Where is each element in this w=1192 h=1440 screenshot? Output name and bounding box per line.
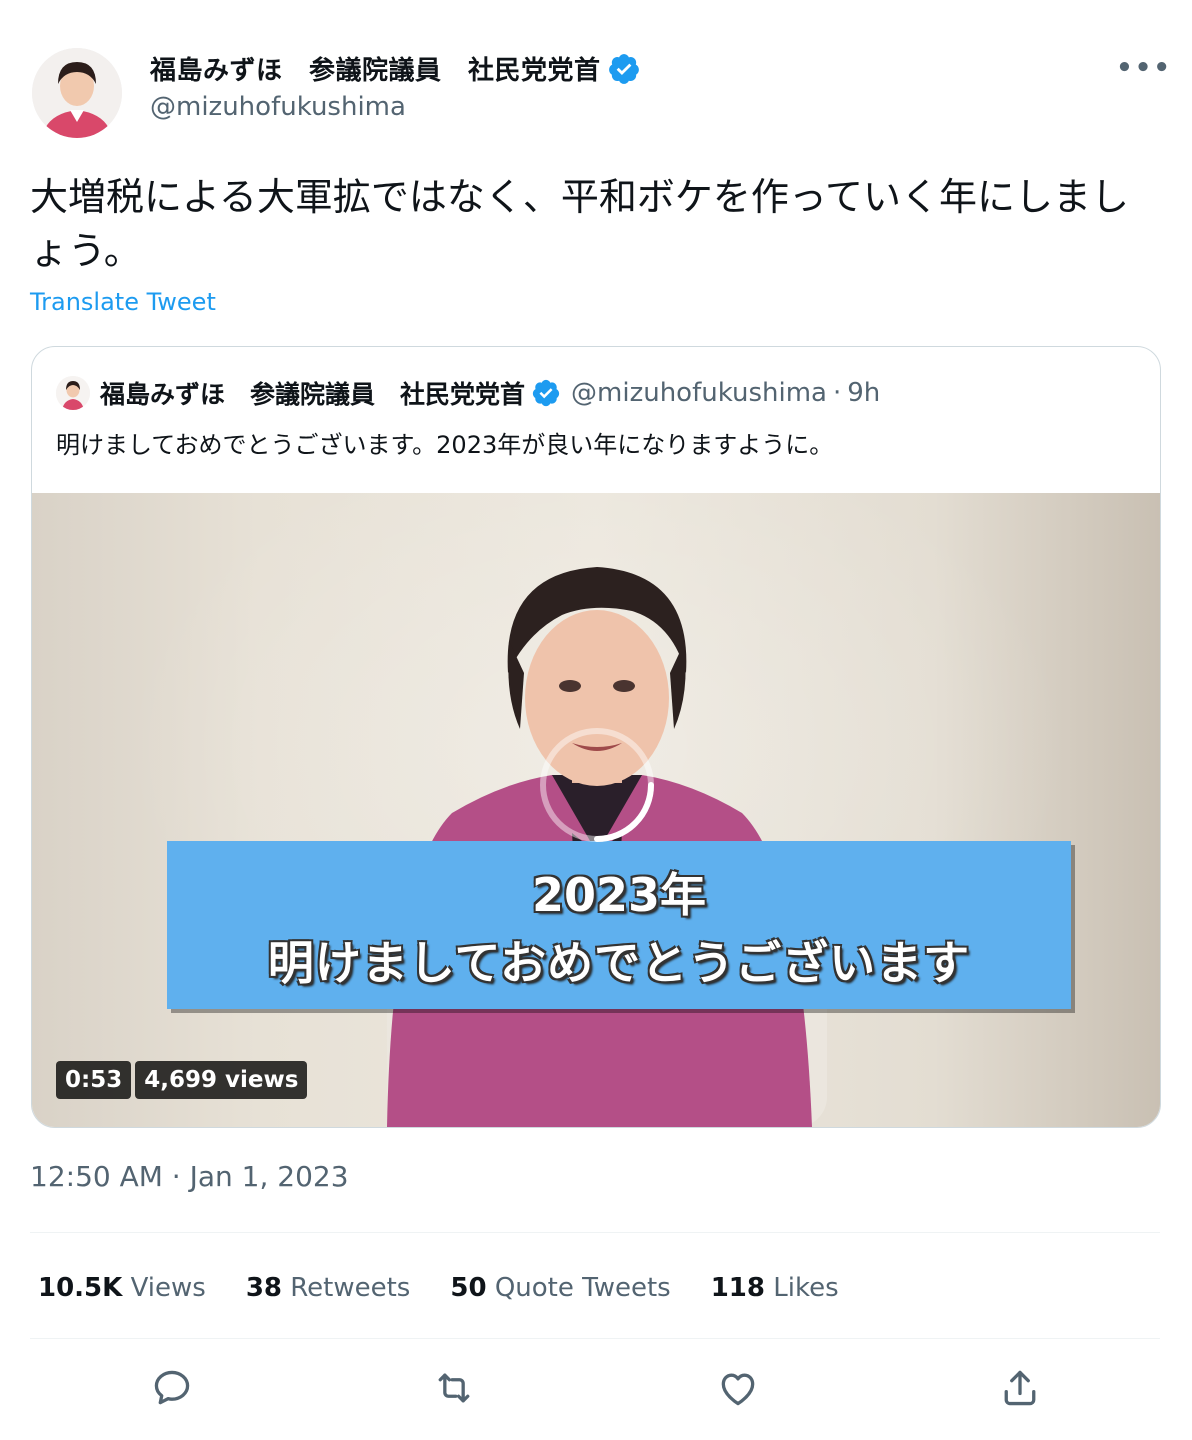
likes-count: 118 (710, 1273, 765, 1303)
video-caption-box: 2023年 明けましておめでとうございます (167, 841, 1071, 1009)
video-badges: 0:53 4,699 views (56, 1061, 308, 1099)
quoted-tweet[interactable]: 福島みずほ 参議院議員 社民党党首 @mizuhofukushima · 9h … (31, 346, 1161, 1128)
quoted-avatar (56, 376, 90, 410)
video-player[interactable]: 2023年 明けましておめでとうございます 0:53 4,699 views (32, 493, 1160, 1127)
video-caption-line1: 2023年 (531, 868, 707, 922)
separator-dot: · (832, 378, 842, 408)
loading-spinner-icon (540, 728, 654, 842)
quoted-author-name: 福島みずほ 参議院議員 社民党党首 (100, 380, 526, 409)
video-duration-badge: 0:53 (56, 1061, 132, 1099)
quoted-tweet-header: 福島みずほ 参議院議員 社民党党首 @mizuhofukushima · 9h (56, 373, 880, 413)
author-handle[interactable]: @mizuhofukushima (150, 92, 406, 122)
views-count: 10.5K (38, 1273, 123, 1303)
author-name-row[interactable]: 福島みずほ 参議院議員 社民党党首 (150, 50, 641, 87)
tweet-stats: 10.5K Views 38 Retweets 50 Quote Tweets … (38, 1268, 879, 1308)
more-icon: ••• (1116, 53, 1172, 83)
tweet-timestamp[interactable]: 12:50 AM · Jan 1, 2023 (30, 1160, 349, 1193)
share-button[interactable] (996, 1364, 1044, 1412)
likes-label: Likes (773, 1273, 839, 1303)
tweet-header: 福島みずほ 参議院議員 社民党党首 @mizuhofukushima ••• (0, 0, 1192, 150)
divider (30, 1232, 1160, 1233)
reply-button[interactable] (148, 1364, 196, 1412)
like-button[interactable] (714, 1364, 762, 1412)
stat-likes[interactable]: 118 Likes (711, 1273, 839, 1303)
more-button[interactable]: ••• (1116, 48, 1170, 88)
quotes-label: Quote Tweets (494, 1273, 671, 1303)
stat-retweets[interactable]: 38 Retweets (246, 1273, 411, 1303)
verified-badge-icon (532, 379, 560, 407)
reply-icon (154, 1370, 190, 1405)
stat-views[interactable]: 10.5K Views (38, 1273, 206, 1303)
quoted-tweet-text: 明けましておめでとうございます。2023年が良い年になりますように。 (56, 431, 834, 459)
stat-quote-tweets[interactable]: 50 Quote Tweets (450, 1273, 670, 1303)
retweets-count: 38 (245, 1273, 282, 1303)
video-caption-line2: 明けましておめでとうございます (267, 936, 971, 990)
like-icon (721, 1373, 755, 1406)
retweet-button[interactable] (430, 1364, 478, 1412)
retweets-label: Retweets (290, 1273, 411, 1303)
tweet-actions (0, 1360, 1192, 1416)
tweet-text: 大増税による大軍拡ではなく、平和ボケを作っていく年にしましょう。 (30, 175, 1129, 273)
retweet-icon (438, 1373, 470, 1403)
avatar[interactable] (32, 48, 122, 138)
translate-tweet-link[interactable]: Translate Tweet (30, 288, 216, 316)
verified-badge-icon (608, 53, 639, 84)
views-label: Views (130, 1273, 206, 1303)
video-views-badge: 4,699 views (135, 1061, 308, 1099)
share-icon (1004, 1370, 1036, 1406)
quoted-time: 9h (847, 378, 881, 408)
quoted-author-handle: @mizuhofukushima (571, 378, 827, 408)
author-name[interactable]: 福島みずほ 参議院議員 社民党党首 (150, 50, 601, 87)
divider (30, 1338, 1160, 1339)
quotes-count: 50 (450, 1273, 487, 1303)
